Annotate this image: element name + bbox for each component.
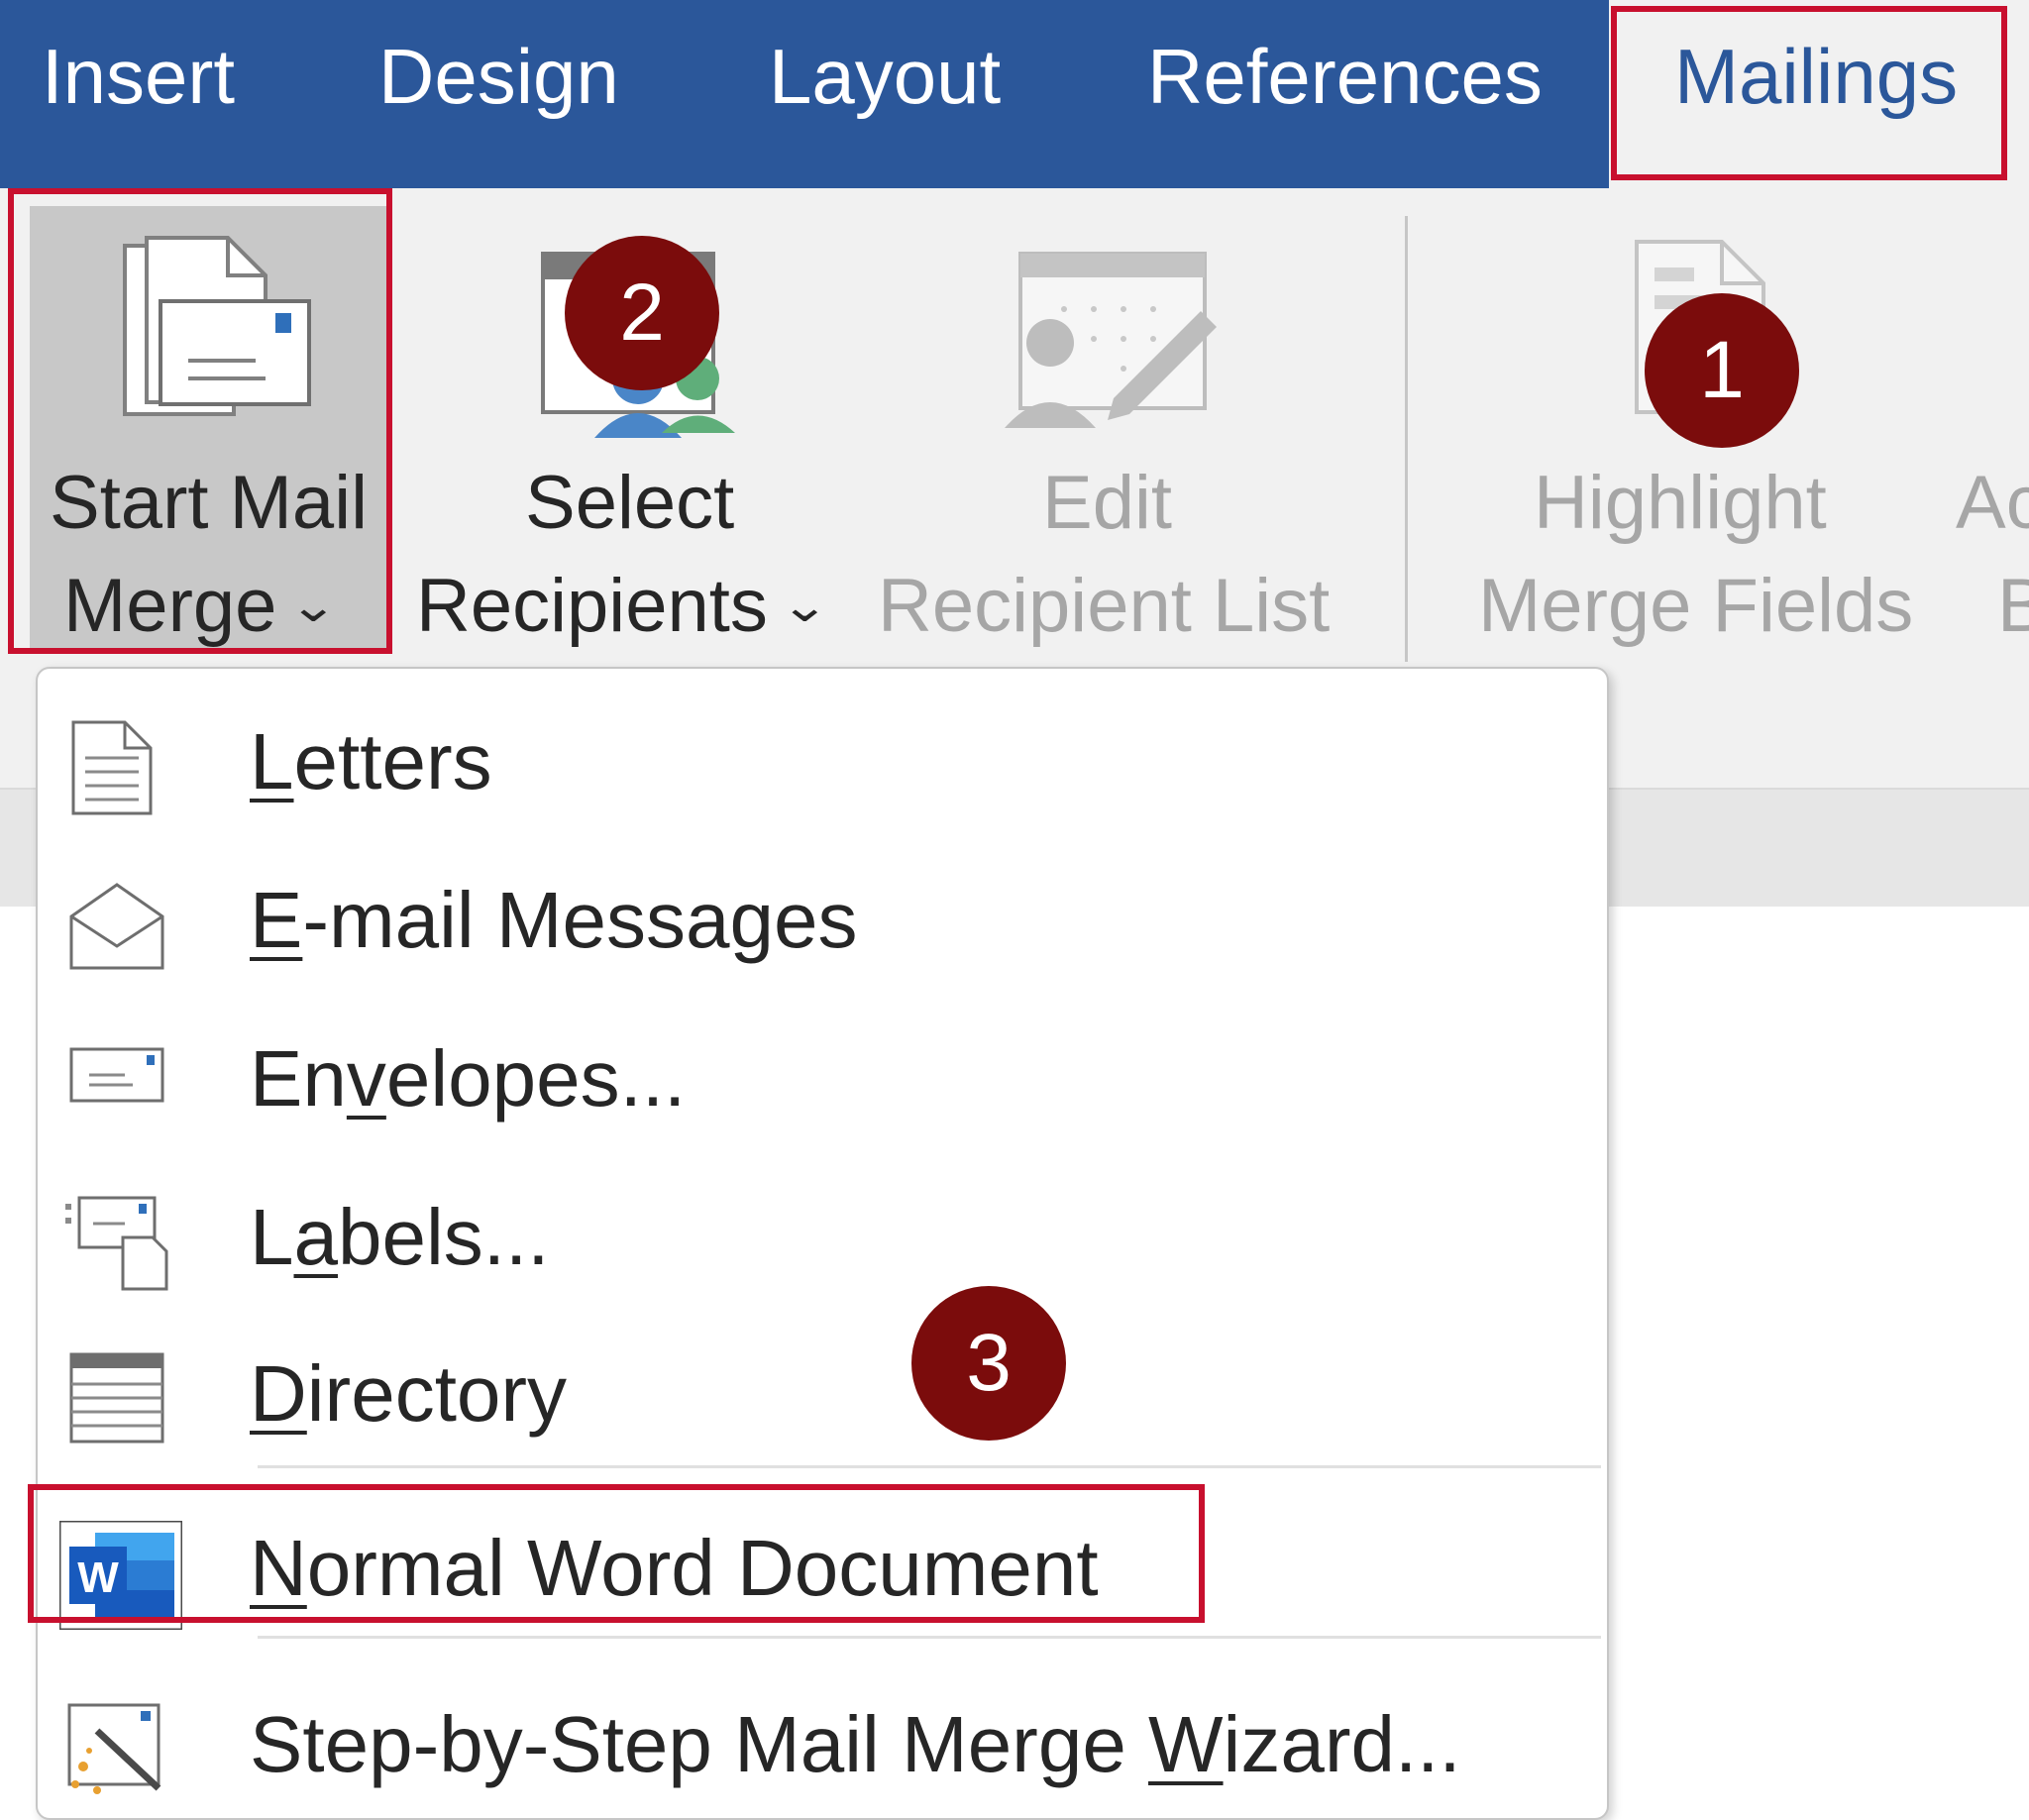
document-icon (67, 718, 157, 822)
label-part: irectory (306, 1349, 568, 1438)
access-key: E (250, 876, 303, 964)
menu-item-directory[interactable]: Directory (38, 1321, 1607, 1459)
label-part: -mail Messages (302, 876, 858, 964)
menu-separator (258, 1465, 1601, 1468)
menu-separator (258, 1636, 1601, 1639)
access-key: a (293, 1193, 339, 1281)
menu-item-envelopes[interactable]: Envelopes... (38, 1006, 1607, 1144)
open-envelope-icon (67, 877, 166, 981)
step-badge-2: 2 (565, 236, 719, 390)
label-part: etters (293, 717, 492, 805)
menu-item-email-messages-label: E-mail Messages (250, 877, 858, 964)
address-block-line1-partial: Ac (1956, 461, 2029, 545)
menu-item-mail-merge-wizard[interactable]: Step-by-Step Mail Merge Wizard... (38, 1671, 1607, 1810)
label-part: L (250, 1193, 294, 1281)
envelope-icon (67, 1045, 166, 1110)
label-part: izard... (1223, 1700, 1461, 1788)
wizard-icon (63, 1701, 172, 1805)
edit-recipient-list-line2: Recipient List (878, 564, 1331, 648)
highlight-box-start-mail-merge (8, 188, 392, 654)
highlight-merge-fields-line1: Highlight (1534, 461, 1827, 545)
tab-layout[interactable]: Layout (769, 38, 1001, 115)
menu-item-letters-label: Letters (250, 718, 492, 805)
menu-item-email-messages[interactable]: E-mail Messages (38, 847, 1607, 986)
select-recipients-line2-text: Recipients (416, 564, 768, 648)
menu-item-labels[interactable]: Labels... (38, 1164, 1607, 1303)
tab-design[interactable]: Design (378, 38, 619, 115)
menu-item-envelopes-label: Envelopes... (250, 1035, 686, 1123)
tab-references[interactable]: References (1147, 38, 1543, 115)
tab-insert[interactable]: Insert (42, 38, 235, 115)
access-key: D (250, 1349, 307, 1438)
labels-icon (63, 1194, 172, 1298)
step-badge-3: 3 (911, 1286, 1066, 1441)
select-recipients-line2[interactable]: Recipients ⌄ (416, 569, 829, 644)
chevron-down-icon: ⌄ (780, 580, 830, 631)
highlight-box-normal-word-document (28, 1484, 1205, 1623)
menu-item-letters[interactable]: Letters (38, 689, 1607, 827)
label-part: elopes... (385, 1034, 687, 1123)
address-block-line2-partial: B (1997, 564, 2029, 648)
ribbon-group-separator (1405, 216, 1408, 662)
step-badge-1: 1 (1645, 293, 1799, 448)
highlight-merge-fields-line2: Merge Fields (1478, 564, 1914, 648)
directory-icon (67, 1350, 166, 1450)
select-recipients-line1: Select (525, 461, 735, 545)
menu-item-labels-label: Labels... (250, 1194, 549, 1281)
edit-recipient-list-line1: Edit (1042, 461, 1172, 545)
highlight-box-mailings-tab (1611, 6, 2007, 180)
label-part: bels... (338, 1193, 550, 1281)
access-key: L (250, 717, 294, 805)
access-key: W (1148, 1700, 1224, 1788)
label-part: Step-by-Step Mail Merge (250, 1700, 1149, 1788)
menu-item-mail-merge-wizard-label: Step-by-Step Mail Merge Wizard... (250, 1701, 1461, 1788)
access-key: v (346, 1034, 386, 1123)
start-mail-merge-dropdown: Letters E-mail Messages Envelopes... Lab… (36, 667, 1609, 1820)
label-part: En (250, 1034, 347, 1123)
menu-item-directory-label: Directory (250, 1350, 567, 1438)
edit-recipient-list-icon (1005, 250, 1223, 438)
